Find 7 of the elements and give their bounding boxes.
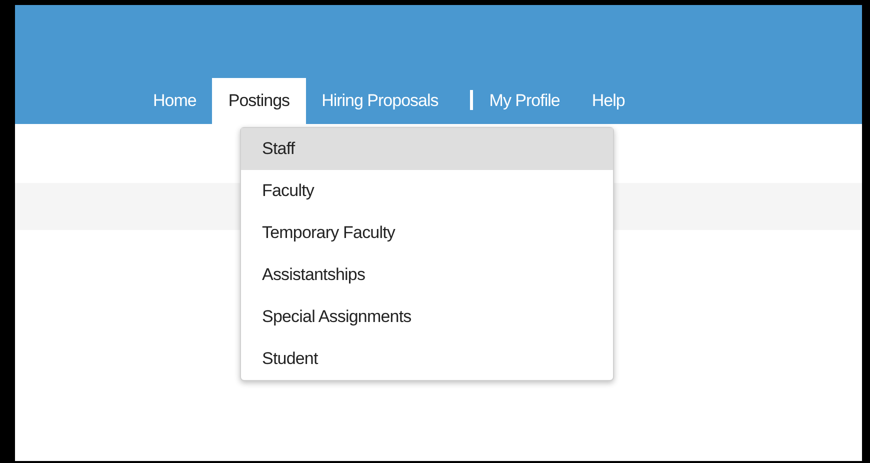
menu-item[interactable]: Staff bbox=[241, 128, 613, 170]
menu-item[interactable]: Special Assignments bbox=[241, 296, 613, 338]
menu-item[interactable]: Assistantships bbox=[241, 254, 613, 296]
menu-item[interactable]: Faculty bbox=[241, 170, 613, 212]
menu-item[interactable]: Temporary Faculty bbox=[241, 212, 613, 254]
nav-tab[interactable]: Postings bbox=[212, 78, 306, 124]
menu-item[interactable]: Student bbox=[241, 338, 613, 380]
